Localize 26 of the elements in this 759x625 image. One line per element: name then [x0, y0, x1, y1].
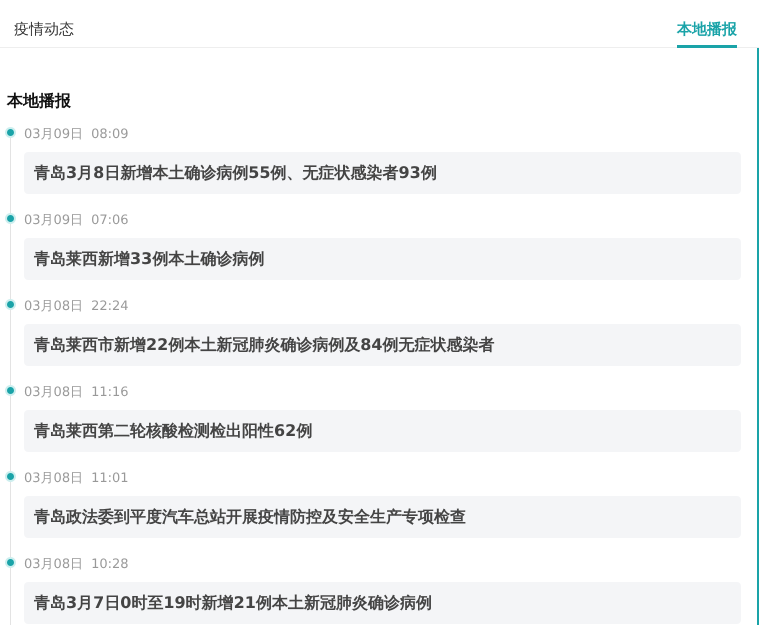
news-time: 22:24 [91, 298, 129, 315]
news-headline[interactable]: 青岛3月8日新增本土确诊病例55例、无症状感染者93例 [24, 152, 741, 194]
section-title: 本地播报 [7, 91, 71, 112]
tab[interactable]: 疫情动态 [14, 0, 74, 48]
timeline-dot-icon [7, 559, 14, 566]
news-time: 11:16 [91, 384, 129, 401]
timeline-dot-icon [7, 387, 14, 394]
news-time: 07:06 [91, 212, 129, 229]
timeline-dot-icon [7, 215, 14, 222]
news-headline[interactable]: 青岛莱西市新增22例本土新冠肺炎确诊病例及84例无症状感染者 [24, 324, 741, 366]
news-date: 03月08日 [24, 556, 84, 573]
news-date: 03月09日 [24, 126, 84, 143]
news-time: 08:09 [91, 126, 129, 143]
news-date: 03月09日 [24, 212, 84, 229]
news-time: 11:01 [91, 470, 129, 487]
timeline-dot-icon [7, 129, 14, 136]
news-headline[interactable]: 青岛3月7日0时至19时新增21例本土新冠肺炎确诊病例 [24, 582, 741, 624]
news-date: 03月08日 [24, 384, 84, 401]
timeline-dot-icon [7, 473, 14, 480]
news-date: 03月08日 [24, 298, 84, 315]
news-date: 03月08日 [24, 470, 84, 487]
news-time: 10:28 [91, 556, 129, 573]
news-headline[interactable]: 青岛政法委到平度汽车总站开展疫情防控及安全生产专项检查 [24, 496, 741, 538]
timeline-dot-icon [7, 301, 14, 308]
news-headline[interactable]: 青岛莱西新增33例本土确诊病例 [24, 238, 741, 280]
news-headline[interactable]: 青岛莱西第二轮核酸检测检出阳性62例 [24, 410, 741, 452]
